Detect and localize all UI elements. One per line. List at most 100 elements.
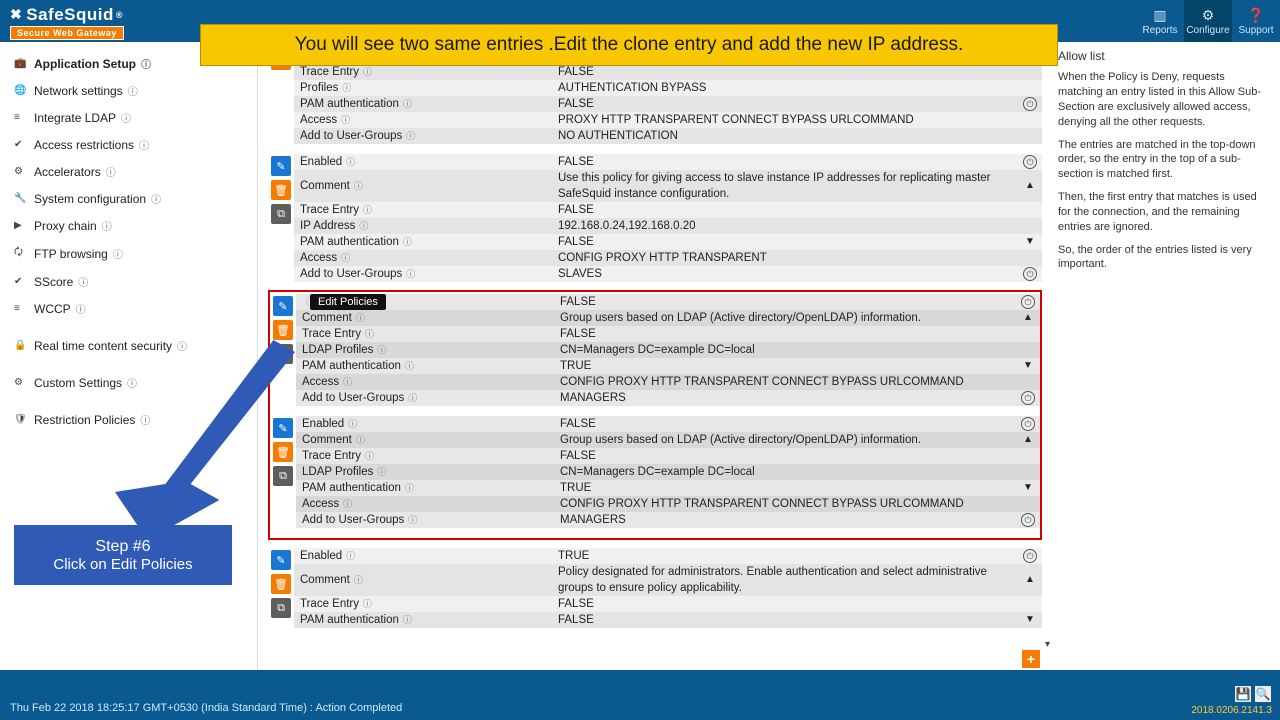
power-icon[interactable]: ⏻ [1023,267,1037,281]
help-icon[interactable]: ⓘ [405,480,414,496]
sidebar-item-network-settings[interactable]: 🌐Network settingsⓘ [0,77,257,104]
entry-row: PAM authentication ⓘFALSE▼ [294,612,1042,628]
move-up-icon[interactable]: ▲ [1023,310,1033,326]
save-icon[interactable]: 💾 [1234,685,1252,703]
sidebar-icon: 🌐 [14,85,28,96]
info-paragraph: So, the order of the entries listed is v… [1058,243,1272,273]
search-icon[interactable]: 🔍 [1254,685,1272,703]
entry-grid: Enabled ⓘFALSE⏻Comment ⓘUse this policy … [294,154,1042,282]
help-icon[interactable]: ⓘ [346,548,355,564]
help-icon[interactable]: ⓘ [377,342,386,358]
delete-button[interactable]: 🗑 [273,320,293,340]
help-icon[interactable]: ⓘ [346,154,355,170]
help-icon[interactable]: ⓘ [403,612,412,628]
scroll-down-icon[interactable]: ▾ [1045,639,1050,650]
help-icon[interactable]: ⓘ [406,266,415,282]
sidebar-item-label: Network settings [34,84,123,98]
sidebar-item-label: WCCP [34,302,71,316]
power-icon[interactable]: ⏻ [1021,417,1035,431]
reports-button[interactable]: ▥ Reports [1136,0,1184,42]
help-icon[interactable]: ⓘ [341,250,350,266]
sidebar-item-real-time-content-security[interactable]: 🔒Real time content securityⓘ [0,332,257,359]
power-icon[interactable]: ⏻ [1021,513,1035,527]
help-icon[interactable]: ⓘ [403,234,412,250]
move-up-icon[interactable]: ▲ [1025,572,1035,588]
help-icon[interactable]: ⓘ [408,390,417,406]
help-icon[interactable]: ⓘ [403,96,412,112]
help-icon[interactable]: ⓘ [406,128,415,144]
help-icon[interactable]: ⓘ [343,374,352,390]
sidebar-icon: ⚙ [14,377,28,388]
row-value: FALSE [556,416,1016,432]
sidebar-item-label: System configuration [34,192,146,206]
help-icon[interactable]: ⓘ [356,310,365,326]
help-icon[interactable]: ⓘ [365,448,374,464]
help-icon[interactable]: ⓘ [363,64,372,80]
help-icon[interactable]: ⓘ [343,496,352,512]
help-icon[interactable]: ⓘ [341,112,350,128]
sidebar-item-integrate-ldap[interactable]: ≡Integrate LDAPⓘ [0,104,257,131]
delete-button[interactable]: 🗑 [273,442,293,462]
entry-row: Profiles ⓘAUTHENTICATION BYPASS [294,80,1042,96]
info-paragraph: When the Policy is Deny, requests matchi… [1058,70,1272,129]
info-icon: ⓘ [139,137,149,152]
add-entry-button[interactable]: + [1022,650,1040,668]
sidebar-item-custom-settings[interactable]: ⚙Custom Settingsⓘ [0,369,257,396]
help-icon[interactable]: ⓘ [359,218,368,234]
reports-icon: ▥ [1153,7,1166,24]
clone-button[interactable]: ⧉ [271,598,291,618]
row-label: Profiles ⓘ [294,80,554,96]
move-down-icon[interactable]: ▼ [1023,480,1033,496]
clone-button[interactable]: ⧉ [273,466,293,486]
help-icon[interactable]: ⓘ [356,432,365,448]
delete-button[interactable]: 🗑 [271,180,291,200]
help-icon[interactable]: ⓘ [405,358,414,374]
edit-button[interactable]: ✎Edit Policies [273,296,293,316]
power-icon[interactable]: ⏻ [1023,97,1037,111]
move-up-icon[interactable]: ▲ [1025,178,1035,194]
move-down-icon[interactable]: ▼ [1023,358,1033,374]
configure-button[interactable]: ⚙ Configure [1184,0,1232,42]
edit-button[interactable]: ✎ [271,550,291,570]
move-up-icon[interactable]: ▲ [1023,432,1033,448]
sidebar-item-access-restrictions[interactable]: ✔Access restrictionsⓘ [0,131,257,158]
help-icon[interactable]: ⓘ [342,80,351,96]
power-icon[interactable]: ⏻ [1021,391,1035,405]
entry-row: Access ⓘCONFIG PROXY HTTP TRANSPARENT CO… [296,496,1040,512]
power-icon[interactable]: ⏻ [1023,155,1037,169]
move-down-icon[interactable]: ▼ [1025,612,1035,628]
sidebar-item-ftp-browsing[interactable]: 🗘FTP browsingⓘ [0,239,257,268]
sidebar-icon: ⚙ [14,166,28,177]
info-panel: Allow list When the Policy is Deny, requ… [1050,42,1280,670]
sidebar-item-system-configuration[interactable]: 🔧System configurationⓘ [0,185,257,212]
move-down-icon[interactable]: ▼ [1025,234,1035,250]
sidebar-item-sscore[interactable]: ✔SScoreⓘ [0,268,257,295]
help-icon[interactable]: ⓘ [363,202,372,218]
delete-button[interactable]: 🗑 [271,574,291,594]
row-value: MANAGERS [556,512,1016,528]
entry-row: PAM authentication ⓘTRUE▼ [296,480,1040,496]
power-icon[interactable]: ⏻ [1023,549,1037,563]
power-icon[interactable]: ⏻ [1021,295,1035,309]
clone-button[interactable]: ⧉ [271,204,291,224]
sidebar-item-label: Integrate LDAP [34,111,116,125]
row-control: ▲ [1016,310,1040,326]
edit-button[interactable]: ✎ [271,156,291,176]
sidebar-item-proxy-chain[interactable]: ▶Proxy chainⓘ [0,212,257,239]
help-icon[interactable]: ⓘ [377,464,386,480]
help-icon[interactable]: ⓘ [354,178,363,194]
row-value: FALSE [554,596,1018,612]
help-icon[interactable]: ⓘ [365,326,374,342]
sidebar-item-label: Application Setup [34,57,136,71]
row-label: Add to User-Groups ⓘ [296,512,556,528]
help-icon[interactable]: ⓘ [348,416,357,432]
help-icon[interactable]: ⓘ [354,572,363,588]
help-icon[interactable]: ⓘ [408,512,417,528]
edit-button[interactable]: ✎ [273,418,293,438]
sidebar-item-wccp[interactable]: ≡WCCPⓘ [0,295,257,322]
support-button[interactable]: ❓ Support [1232,0,1280,42]
row-label: Access ⓘ [296,374,556,390]
help-icon[interactable]: ⓘ [363,596,372,612]
sidebar-item-accelerators[interactable]: ⚙Acceleratorsⓘ [0,158,257,185]
row-control: ▼ [1016,480,1040,496]
